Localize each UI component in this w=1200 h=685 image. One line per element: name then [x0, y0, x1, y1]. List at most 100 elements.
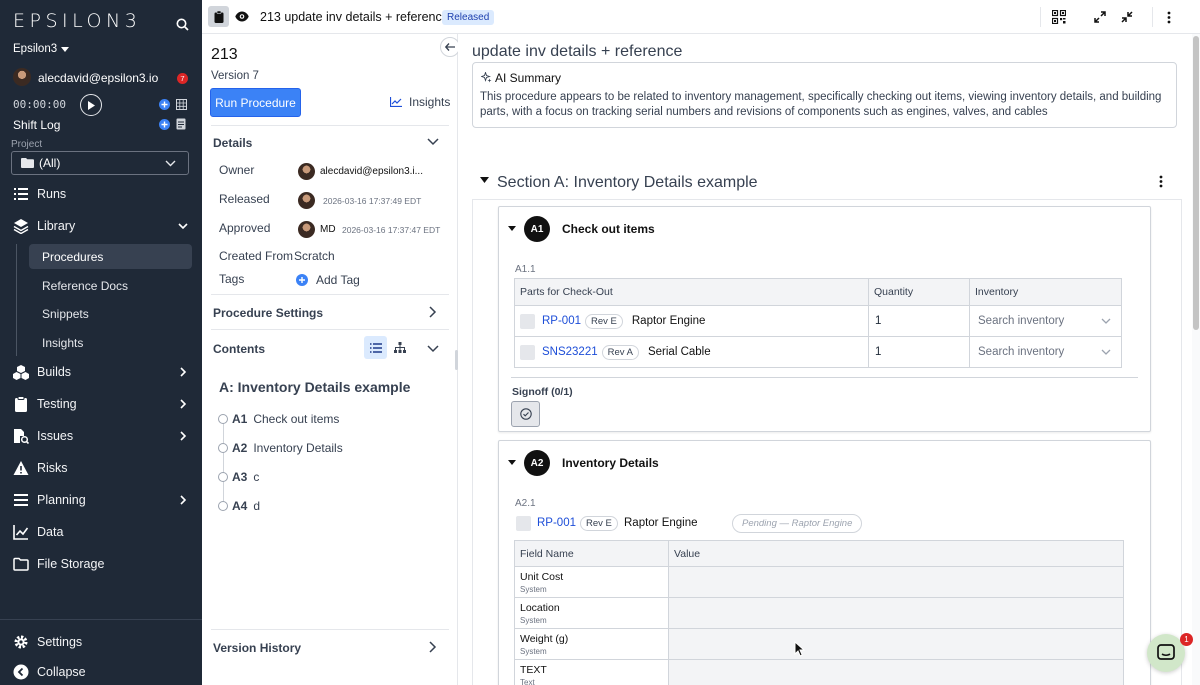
chevron-right-icon[interactable] — [429, 641, 437, 653]
nav-builds[interactable]: Builds — [0, 358, 202, 386]
add-tag-button[interactable]: Add Tag — [296, 273, 360, 287]
step-card-a1: A1 Check out items A1.1 Parts for Check-… — [498, 206, 1151, 432]
procedure-version: Version 7 — [211, 70, 259, 82]
list-icon — [13, 186, 29, 202]
workspace-name: Epsilon3 — [13, 43, 58, 55]
toolbar-divider — [1152, 7, 1153, 27]
insights-link[interactable]: Insights — [390, 95, 450, 109]
nav-insights[interactable]: Insights — [29, 330, 192, 355]
nav-file-storage[interactable]: File Storage — [0, 550, 202, 578]
chevron-right-icon[interactable] — [429, 306, 437, 318]
approved-value: 2026-03-16 17:37:47 EDT — [342, 225, 441, 235]
contents-step-item[interactable]: A3 c — [218, 468, 259, 486]
hierarchy-icon[interactable] — [394, 342, 406, 353]
step-node-icon — [218, 443, 228, 453]
divider — [211, 629, 449, 630]
contents-step-item[interactable]: A4 d — [218, 497, 260, 515]
part-name: Serial Cable — [647, 346, 711, 358]
signoff-button[interactable] — [511, 401, 540, 427]
ai-summary-box: AI Summary This procedure appears to be … — [472, 62, 1177, 128]
contents-step-item[interactable]: A1 Check out items — [218, 410, 339, 428]
part-name: Raptor Engine — [624, 517, 698, 529]
scrollbar-thumb[interactable] — [1193, 36, 1199, 330]
timer-play-button[interactable] — [80, 94, 102, 116]
user-avatar[interactable] — [13, 68, 31, 86]
expand-icon[interactable] — [1094, 11, 1106, 23]
caret-down-icon[interactable] — [508, 226, 516, 231]
nav-risks[interactable]: Risks — [0, 454, 202, 482]
nav-collapse[interactable]: Collapse — [0, 658, 202, 685]
add-timer-icon[interactable] — [159, 99, 170, 110]
chevron-down-icon[interactable] — [427, 138, 439, 146]
document-icon[interactable] — [176, 118, 186, 130]
field-value-cell[interactable] — [669, 598, 1124, 629]
quantity-cell[interactable]: 1 — [869, 337, 970, 368]
nav-data[interactable]: Data — [0, 518, 202, 546]
owner-label: Owner — [219, 163, 255, 177]
part-checkbox[interactable] — [520, 313, 535, 329]
nav-reference-docs[interactable]: Reference Docs — [29, 273, 192, 298]
released-label: Released — [219, 192, 270, 206]
part-checkbox[interactable] — [520, 344, 535, 360]
revision-badge: Rev A — [601, 344, 639, 360]
part-number-link[interactable]: RP-001 — [542, 315, 581, 327]
version-history-header[interactable]: Version History — [213, 641, 301, 655]
chevron-right-icon — [178, 397, 188, 411]
part-name: Raptor Engine — [631, 315, 706, 327]
search-icon[interactable] — [176, 18, 189, 31]
qr-code-icon[interactable] — [1052, 10, 1066, 24]
eye-icon[interactable] — [235, 11, 249, 22]
list-view-toggle[interactable] — [364, 336, 387, 359]
calendar-grid-icon[interactable] — [176, 99, 187, 110]
field-value-cell[interactable] — [669, 629, 1124, 660]
inventory-search-select[interactable]: Search inventory — [970, 306, 1122, 337]
mouse-cursor-icon — [794, 641, 805, 657]
nav-library[interactable]: Library — [0, 212, 202, 240]
field-value-cell[interactable] — [669, 660, 1124, 685]
nav-snippets[interactable]: Snippets — [29, 301, 192, 326]
contents-step-id: A2 — [232, 441, 248, 455]
divider — [511, 377, 1138, 378]
nav-issues[interactable]: Issues — [0, 422, 202, 450]
section-more-icon[interactable] — [1159, 175, 1163, 188]
chevron-down-icon[interactable] — [427, 345, 439, 353]
shift-log-label[interactable]: Shift Log — [13, 118, 60, 132]
workspace-switcher[interactable]: Epsilon3 — [13, 43, 70, 55]
contents-header[interactable]: Contents — [213, 342, 265, 356]
contents-step-item[interactable]: A2 Inventory Details — [218, 439, 343, 457]
details-header[interactable]: Details — [213, 136, 252, 150]
part-number-link[interactable]: RP-001 — [537, 517, 576, 529]
field-name: Unit Cost — [520, 570, 564, 583]
collapse-panel-button[interactable] — [440, 37, 460, 57]
notification-badge[interactable]: 7 — [177, 73, 188, 84]
quantity-cell[interactable]: 1 — [869, 306, 970, 337]
nav-runs[interactable]: Runs — [0, 180, 202, 208]
part-number-link[interactable]: SNS23221 — [542, 346, 598, 358]
procedure-settings-header[interactable]: Procedure Settings — [213, 306, 323, 320]
inventory-search-select[interactable]: Search inventory — [970, 337, 1122, 368]
contents-section-title[interactable]: A: Inventory Details example — [219, 379, 410, 395]
more-options-icon[interactable] — [1167, 11, 1171, 24]
divider — [211, 125, 449, 126]
field-value-cell[interactable] — [669, 567, 1124, 598]
project-select-value: (All) — [39, 156, 61, 170]
contents-step-id: A3 — [232, 470, 248, 484]
nav-testing[interactable]: Testing — [0, 390, 202, 418]
contents-step-label: c — [253, 470, 260, 484]
caret-down-icon[interactable] — [480, 177, 489, 183]
sidebar-divider — [0, 619, 202, 620]
nav-settings[interactable]: Settings — [0, 628, 202, 656]
user-email[interactable]: alecdavid@epsilon3.io — [38, 71, 158, 85]
project-select[interactable]: (All) — [11, 151, 189, 175]
part-checkbox[interactable] — [516, 516, 531, 531]
chevron-down-icon — [165, 160, 176, 167]
procedure-view-toggle[interactable] — [208, 6, 229, 27]
nav-planning[interactable]: Planning — [0, 486, 202, 514]
divider — [211, 294, 449, 295]
run-procedure-button[interactable]: Run Procedure — [210, 88, 301, 117]
line-chart-icon — [13, 524, 29, 540]
add-shift-log-icon[interactable] — [159, 119, 170, 130]
nav-procedures[interactable]: Procedures — [29, 244, 192, 269]
caret-down-icon[interactable] — [508, 460, 516, 465]
compress-icon[interactable] — [1121, 11, 1133, 23]
